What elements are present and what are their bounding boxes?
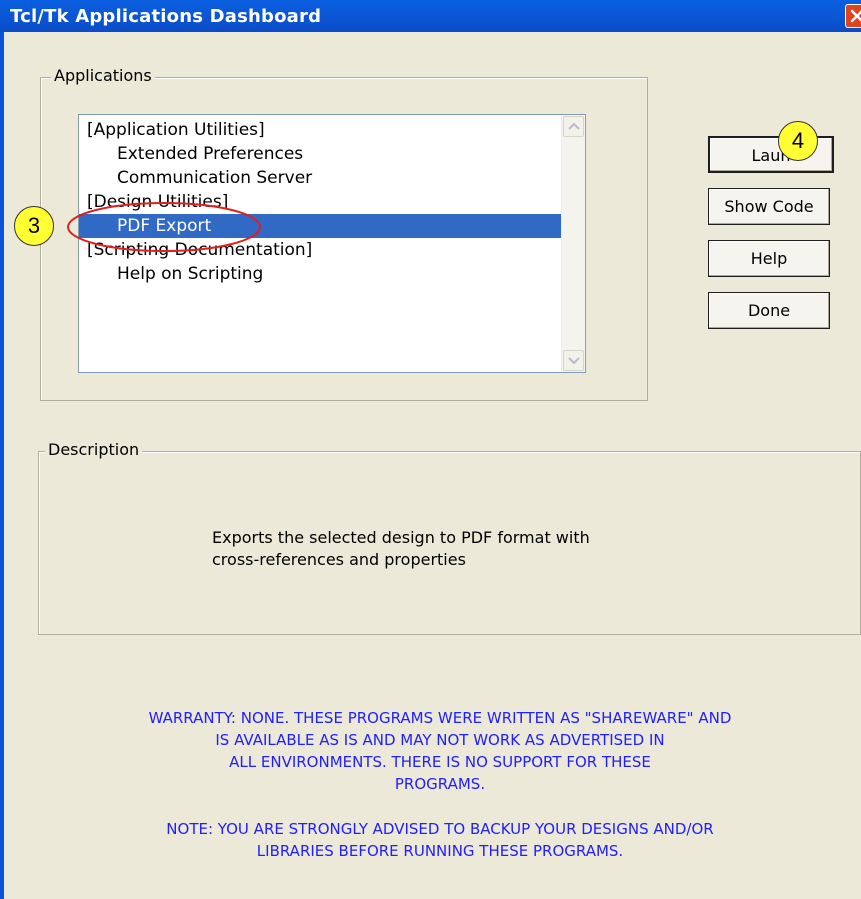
warranty-line-3: ALL ENVIRONMENTS. THERE IS NO SUPPORT FO… [229,753,651,771]
description-line-2: cross-references and properties [212,550,466,569]
applications-listbox[interactable]: [Application Utilities] Extended Prefere… [78,114,586,373]
help-button[interactable]: Help [708,240,830,277]
window-frame-left [0,32,4,899]
list-item-category-application-utilities[interactable]: [Application Utilities] [79,118,569,142]
backup-note: NOTE: YOU ARE STRONGLY ADVISED TO BACKUP… [40,818,840,862]
note-line-2: LIBRARIES BEFORE RUNNING THESE PROGRAMS. [256,842,624,860]
applications-group-label: Applications [51,66,155,85]
description-group-label: Description [45,440,143,459]
list-item-pdf-export[interactable]: PDF Export [79,214,569,238]
scroll-up-button[interactable] [563,116,584,137]
list-item-help-on-scripting[interactable]: Help on Scripting [79,262,569,286]
done-button[interactable]: Done [708,292,830,329]
title-bar[interactable]: Tcl/Tk Applications Dashboard [0,0,861,32]
chevron-down-icon [568,357,580,365]
close-button[interactable] [845,4,861,28]
vertical-scrollbar[interactable] [561,115,585,372]
warranty-line-4: PROGRAMS. [394,775,486,793]
chevron-up-icon [568,122,580,130]
list-item-extended-preferences[interactable]: Extended Preferences [79,142,569,166]
scroll-down-button[interactable] [563,350,584,371]
window-title: Tcl/Tk Applications Dashboard [10,6,322,27]
note-line-1: NOTE: YOU ARE STRONGLY ADVISED TO BACKUP… [166,820,714,838]
close-icon [850,9,861,23]
list-item-category-design-utilities[interactable]: [Design Utilities] [79,190,569,214]
warranty-line-2: IS AVAILABLE AS IS AND MAY NOT WORK AS A… [215,731,665,749]
warranty-notice: WARRANTY: NONE. THESE PROGRAMS WERE WRIT… [40,707,840,795]
list-item-category-scripting-documentation[interactable]: [Scripting Documentation] [79,238,569,262]
callout-marker-3: 3 [14,206,54,246]
applications-list: [Application Utilities] Extended Prefere… [79,118,569,286]
list-item-communication-server[interactable]: Communication Server [79,166,569,190]
description-line-1: Exports the selected design to PDF forma… [212,528,590,547]
warranty-line-1: WARRANTY: NONE. THESE PROGRAMS WERE WRIT… [148,709,732,727]
callout-marker-4: 4 [778,121,818,161]
description-text: Exports the selected design to PDF forma… [212,527,590,571]
show-code-button[interactable]: Show Code [708,188,830,225]
